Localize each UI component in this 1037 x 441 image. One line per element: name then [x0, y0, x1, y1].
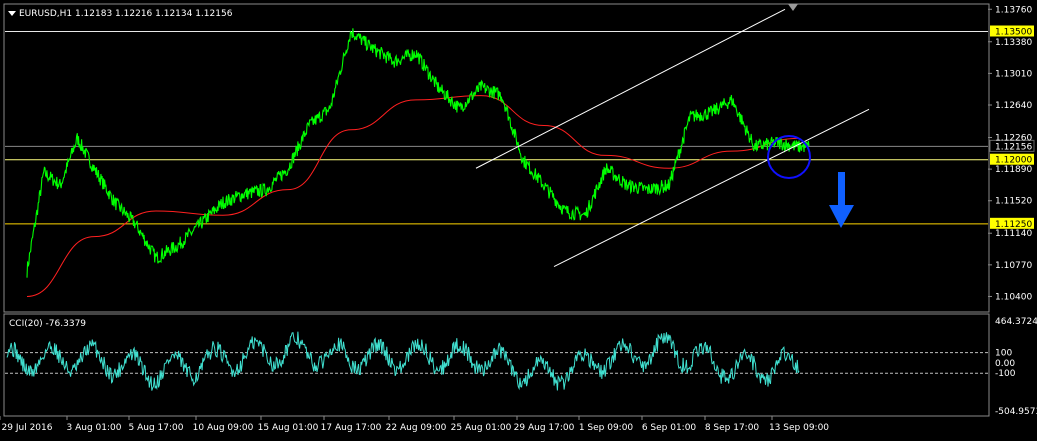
x-tick-label-10: 6 Sep 01:00: [642, 423, 697, 433]
level-label-0: 1.13500: [995, 27, 1032, 37]
cci-y-tick-label-1: 100: [995, 349, 1012, 359]
price-y-tick-label-4: 1.12260: [995, 133, 1032, 143]
x-tick-label-3: 10 Aug 09:00: [193, 423, 254, 433]
x-tick-label-6: 22 Aug 09:00: [386, 423, 447, 433]
cci-y-tick-label-3: -100: [995, 369, 1016, 379]
cci-y-tick-label-0: 464.3724: [995, 317, 1037, 327]
price-y-tick-label-7: 1.11140: [995, 229, 1032, 239]
cci-panel-title: CCI(20) -76.3379: [9, 319, 86, 329]
price-y-tick-label-0: 1.13760: [995, 5, 1032, 15]
cci-y-tick-label-2: 0.00: [995, 359, 1015, 369]
price-y-tick-label-3: 1.12640: [995, 101, 1032, 111]
cci-y-tick-label-4: -504.9573: [995, 407, 1037, 417]
x-tick-label-12: 13 Sep 09:00: [769, 423, 829, 433]
x-tick-label-1: 3 Aug 01:00: [67, 423, 122, 433]
x-tick-label-7: 25 Aug 01:00: [451, 423, 512, 433]
x-tick-label-5: 17 Aug 17:00: [321, 423, 382, 433]
x-tick-label-0: 29 Jul 2016: [2, 423, 53, 433]
chart-canvas: 1.135001.120001.112501.121561.137601.133…: [0, 0, 1037, 441]
price-y-tick-label-6: 1.11520: [995, 197, 1032, 207]
x-tick-label-8: 29 Aug 17:00: [514, 423, 575, 433]
x-tick-label-2: 5 Aug 17:00: [129, 423, 184, 433]
chart-background: [0, 0, 1037, 441]
price-y-tick-label-2: 1.13010: [995, 69, 1032, 79]
price-y-tick-label-9: 1.10400: [995, 292, 1032, 302]
x-tick-label-9: 1 Sep 09:00: [579, 423, 634, 433]
price-panel-title: EURUSD,H1 1.12183 1.12216 1.12134 1.1215…: [19, 9, 233, 19]
price-y-tick-label-5: 1.11890: [995, 165, 1032, 175]
x-tick-label-11: 8 Sep 17:00: [705, 423, 760, 433]
price-y-tick-label-1: 1.13380: [995, 38, 1032, 48]
level-label-3: 1.12156: [995, 142, 1032, 152]
price-y-tick-label-8: 1.10770: [995, 261, 1032, 271]
x-tick-label-4: 15 Aug 01:00: [258, 423, 319, 433]
